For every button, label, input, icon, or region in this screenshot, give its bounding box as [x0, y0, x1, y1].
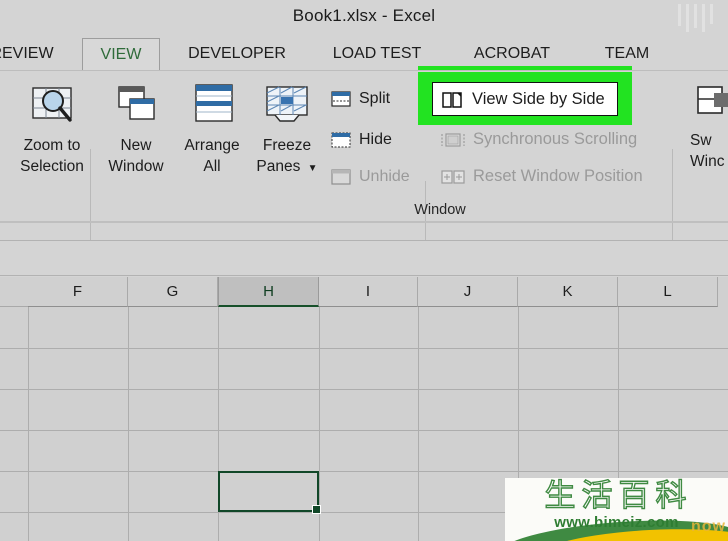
grid-line-horizontal: [0, 348, 728, 349]
switch-windows-button[interactable]: Sw Winc: [690, 79, 728, 172]
tab-load-test[interactable]: LOAD TEST: [320, 38, 434, 70]
window-controls-icon[interactable]: [674, 2, 720, 32]
formula-bar[interactable]: [0, 240, 728, 276]
synchronous-scrolling-icon: [441, 132, 465, 147]
excel-window: Book1.xlsx - Excel REVIEW VIEW DEVELOPER…: [0, 0, 728, 541]
ribbon: Zoom to Selection New Window Arrange All…: [0, 70, 728, 267]
unhide-button[interactable]: Unhide: [330, 162, 410, 191]
switch-windows-label-1: Sw: [690, 132, 712, 149]
reset-window-position-icon: [441, 169, 465, 184]
reset-window-position-button[interactable]: Reset Window Position: [440, 162, 643, 191]
chevron-down-icon[interactable]: ▼: [308, 163, 318, 174]
new-window-label-1: New: [120, 137, 152, 154]
column-header-j[interactable]: J: [418, 277, 518, 307]
title-bar: Book1.xlsx - Excel: [0, 0, 728, 38]
zoom-to-selection-icon: [32, 87, 72, 122]
view-side-by-side-button[interactable]: View Side by Side: [441, 85, 605, 114]
tab-developer[interactable]: DEVELOPER: [170, 38, 304, 70]
column-header-g[interactable]: G: [128, 277, 218, 307]
grid-line-vertical: [128, 307, 129, 541]
window-title: Book1.xlsx - Excel: [292, 6, 436, 25]
reset-window-position-label: Reset Window Position: [473, 167, 643, 185]
grid-line-horizontal: [0, 471, 728, 472]
tab-view[interactable]: VIEW: [82, 38, 160, 70]
hide-icon: [331, 132, 351, 147]
column-header-f[interactable]: F: [28, 277, 128, 307]
new-window-button[interactable]: New Window: [96, 79, 176, 177]
switch-windows-label-2: Winc: [690, 153, 725, 170]
tab-review[interactable]: REVIEW: [0, 38, 70, 70]
split-label: Split: [359, 89, 391, 107]
freeze-panes-button[interactable]: Freeze Panes ▼: [246, 79, 328, 179]
freeze-panes-label-2: Panes ▼: [246, 156, 328, 179]
split-button[interactable]: Split: [330, 84, 390, 113]
unhide-label: Unhide: [359, 167, 410, 185]
select-all-corner[interactable]: [0, 277, 28, 307]
synchronous-scrolling-label: Synchronous Scrolling: [473, 130, 638, 148]
window-group-label: Window: [414, 202, 466, 218]
fill-handle[interactable]: [312, 505, 321, 514]
view-side-by-side-label: View Side by Side: [472, 90, 605, 108]
grid-line-horizontal: [0, 430, 728, 431]
ribbon-bottom-border: [0, 221, 728, 223]
watermark-ghost-text: now: [691, 518, 726, 535]
active-cell[interactable]: [218, 471, 321, 514]
unhide-icon: [331, 168, 351, 185]
column-header-h[interactable]: H: [218, 277, 319, 307]
arrange-all-label-1: Arrange: [184, 137, 240, 154]
arrange-all-icon: [195, 84, 233, 122]
column-header-i[interactable]: I: [319, 277, 418, 307]
split-icon: [331, 90, 351, 107]
watermark: 生活百科 www.bimeiz.com now: [505, 478, 728, 541]
zoom-to-selection-label-1: Zoom to: [23, 137, 81, 154]
new-window-label-2: Window: [108, 158, 164, 175]
freeze-panes-label-2-text: Panes: [256, 158, 301, 175]
synchronous-scrolling-button[interactable]: Synchronous Scrolling: [440, 125, 637, 154]
grid-line-horizontal: [0, 389, 728, 390]
view-side-by-side-icon: [442, 91, 462, 108]
column-header-l[interactable]: L: [618, 277, 718, 307]
arrange-all-label-2: All: [203, 158, 221, 175]
zoom-to-selection-button[interactable]: Zoom to Selection: [0, 79, 104, 177]
switch-windows-icon: [697, 86, 728, 114]
arrange-all-button[interactable]: Arrange All: [172, 79, 252, 177]
zoom-to-selection-label-2: Selection: [20, 158, 84, 175]
freeze-panes-icon: [266, 86, 308, 122]
freeze-panes-label-1: Freeze: [262, 137, 312, 154]
grid-line-vertical: [418, 307, 419, 541]
new-window-icon: [118, 86, 155, 120]
column-header-k[interactable]: K: [518, 277, 618, 307]
watermark-characters: 生活百科: [544, 478, 693, 515]
hide-label: Hide: [359, 130, 392, 148]
hide-button[interactable]: Hide: [330, 125, 392, 154]
grid-line-vertical: [28, 307, 29, 541]
